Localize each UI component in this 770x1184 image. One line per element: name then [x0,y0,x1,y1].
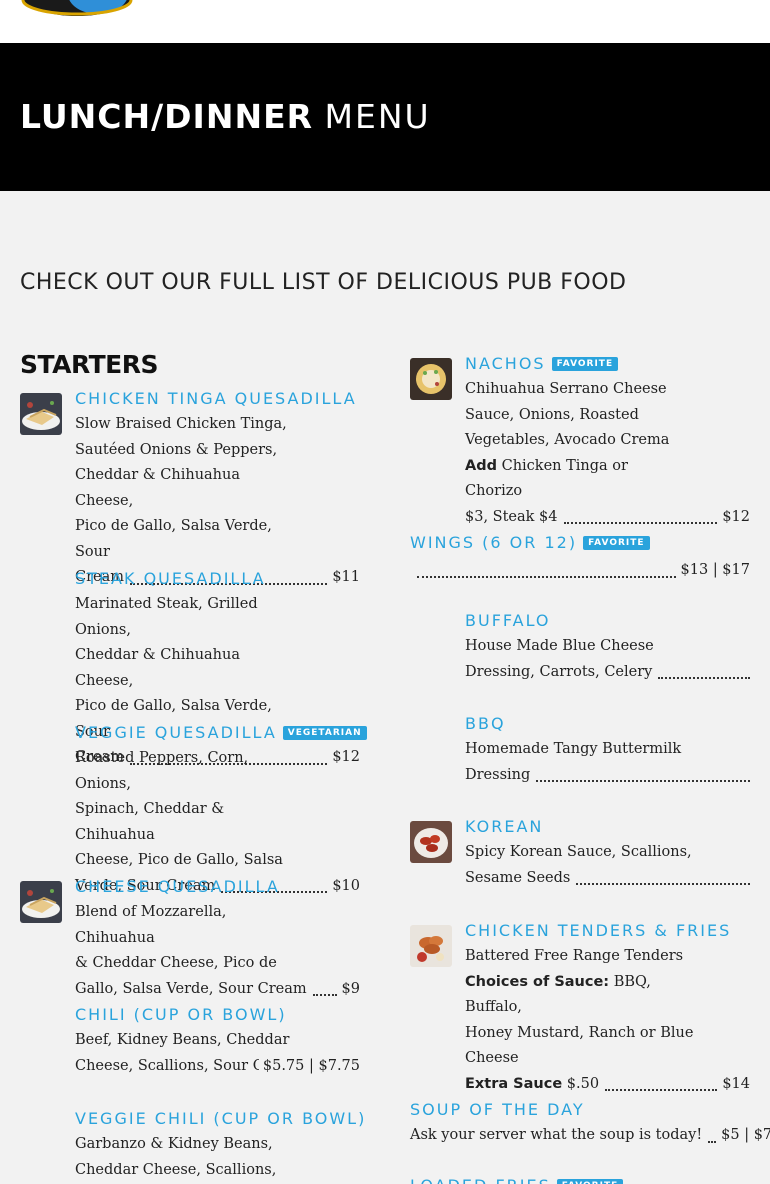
item-desc-line: Dressing, Carrots, Celery [465,663,653,680]
chicken-tenders-image [410,925,452,967]
item-name: NACHOS FAVORITE [465,354,750,374]
title-light: MENU [324,97,431,136]
leader-dots [312,994,337,996]
item-desc-line: Cheese, Pico de Gallo, Salsa [75,852,283,868]
favorite-badge: FAVORITE [556,1179,624,1184]
add-label: Add [465,457,497,474]
item-name-text: NACHOS [465,354,546,373]
korean-wings-image [410,821,452,863]
item-name: VEGGIE QUESADILLA VEGETARIAN [75,723,367,743]
item-name: LOADED FRIES FAVORITE [410,1176,750,1184]
favorite-badge: FAVORITE [551,357,619,371]
item-desc-line: Spinach, Cheddar & Chihuahua [75,801,225,843]
extra-sauce-label: Extra Sauce [465,1075,563,1092]
extra-sauce-price: $.50 [566,1075,600,1092]
leader-dots [658,677,750,679]
top-bar [0,0,770,43]
wings-flavor-korean: KOREAN Spicy Korean Sauce, Scallions, Se… [465,817,750,891]
item-desc-line: Ask your server what the soup is today! [410,1127,703,1143]
item-desc-line: Beef, Kidney Beans, Cheddar [75,1032,290,1048]
logo-icon[interactable] [20,0,134,18]
item-desc-line: Slow Braised Chicken Tinga, [75,416,287,432]
menu-item-veggie-chili: VEGGIE CHILI (CUP OR BOWL) Garbanzo & Ki… [75,1109,367,1184]
nachos-image [410,358,452,400]
title-bold: LUNCH/DINNER [20,97,314,136]
menu-item-chicken-tinga-quesadilla: CHICKEN TINGA QUESADILLA Slow Braised Ch… [75,389,360,591]
leader-dots [563,522,718,524]
item-desc-line: Cheese [465,1050,519,1066]
item-desc-line: Add Chicken Tinga or Chorizo [465,454,685,505]
item-desc-line: Gallo, Salsa Verde, Sour Cream [75,980,307,997]
item-price: $13 | $17 [680,562,750,578]
hero-banner: LUNCH/DINNER MENU [0,43,770,191]
leader-dots [417,575,676,578]
item-desc-line: Honey Mustard, Ranch or Blue [465,1024,694,1041]
leader-dots [576,883,750,885]
menu-item-nachos: NACHOS FAVORITE Chihuahua Serrano Cheese … [465,354,750,530]
item-desc-line: Marinated Steak, Grilled Onions, [75,596,258,638]
item-desc-line: Sauce, Onions, Roasted [465,406,639,423]
item-desc-line: Homemade Tangy Buttermilk [465,741,682,757]
section-title-starters: STARTERS [20,350,158,379]
menu-item-soup: SOUP OF THE DAY Ask your server what the… [410,1100,770,1149]
item-desc-line: Sautéed Onions & Peppers, [75,441,278,458]
item-desc-line: House Made Blue Cheese [465,638,654,654]
item-desc-line: Pico de Gallo, Salsa Verde, Sour [75,518,272,560]
item-name: CHICKEN TINGA QUESADILLA [75,389,357,408]
item-name-text: VEGGIE QUESADILLA [75,723,277,742]
item-desc-line: Vegetables, Avocado Crema [465,432,670,448]
item-desc-line: $3, Steak $4 [465,508,558,525]
menu-item-chicken-tenders: CHICKEN TENDERS & FRIES Battered Free Ra… [465,921,750,1097]
menu-item-cheese-quesadilla: CHEESE QUESADILLA Blend of Mozzarella, C… [75,877,360,1002]
item-desc-line: Sesame Seeds [465,869,571,886]
item-name: SOUP OF THE DAY [410,1100,585,1119]
wings-flavor-buffalo: BUFFALO House Made Blue Cheese Dressing,… [465,611,750,685]
item-desc-line: Chihuahua Serrano Cheese [465,381,667,397]
item-price: $5.75 | $7.75 [262,1057,360,1074]
item-desc-line: Battered Free Range Tenders [465,948,684,964]
item-desc-line: Garbanzo & Kidney Beans, [75,1136,273,1152]
item-name: STEAK QUESADILLA [75,569,266,588]
menu-item-wings: WINGS (6 OR 12) FAVORITE $13 | $17 [410,533,750,584]
item-price: $14 [722,1075,750,1092]
item-name: CHILI (CUP OR BOWL) [75,1005,287,1024]
item-name-text: LOADED FRIES [410,1176,551,1184]
item-price: $12 [722,508,750,525]
item-desc-line: & Cheddar Cheese, Pico de [75,955,277,971]
leader-dots [708,1140,717,1143]
item-desc-line: Cheddar & Chihuahua Cheese, [75,647,240,689]
choices-label: Choices of Sauce: [465,973,610,990]
wings-flavor-bbq: BBQ Homemade Tangy Buttermilk Dressing [465,714,750,788]
item-name: WINGS (6 OR 12) FAVORITE [410,533,750,553]
item-name: CHICKEN TENDERS & FRIES [465,921,732,940]
item-name: BUFFALO [465,611,551,630]
item-desc-line: Dressing [465,766,531,783]
favorite-badge: FAVORITE [583,536,650,550]
menu-item-chili: CHILI (CUP OR BOWL) Beef, Kidney Beans, … [75,1005,360,1079]
page-title: LUNCH/DINNER MENU [20,97,431,136]
leader-dots [536,780,750,782]
item-price: $5 | $7 [721,1127,770,1143]
item-name-text: WINGS (6 OR 12) [410,533,578,552]
item-name: CHEESE QUESADILLA [75,877,280,896]
item-desc-line: Cheddar & Chihuahua Cheese, [75,467,240,509]
item-desc-line: Spicy Korean Sauce, Scallions, [465,844,692,860]
leader-dots [605,1089,718,1091]
menu-item-loaded-fries: LOADED FRIES FAVORITE [410,1176,750,1184]
item-name: KOREAN [465,817,544,836]
menu-item-veggie-quesadilla: VEGGIE QUESADILLA VEGETARIAN Roasted Pepp… [75,723,367,899]
item-desc-line: Cheese, Scallions, Sour Crea [75,1057,259,1074]
vegetarian-badge: VEGETARIAN [282,726,367,740]
quesadilla-image [20,881,62,923]
quesadilla-image [20,393,62,435]
item-desc-line: Blend of Mozzarella, Chihuahua [75,904,227,946]
item-name: BBQ [465,714,506,733]
subheading: CHECK OUT OUR FULL LIST OF DELICIOUS PUB… [20,270,627,295]
item-desc-line: Roasted Peppers, Corn, Onions, [75,750,249,792]
item-desc-line: Choices of Sauce: BBQ, Buffalo, [465,970,695,1021]
item-desc-line: Extra Sauce $.50 [465,1072,599,1098]
item-desc-line: Cheddar Cheese, Scallions, Sour [75,1161,277,1178]
item-price: $9 [341,980,360,997]
item-name: VEGGIE CHILI (CUP OR BOWL) [75,1109,367,1128]
